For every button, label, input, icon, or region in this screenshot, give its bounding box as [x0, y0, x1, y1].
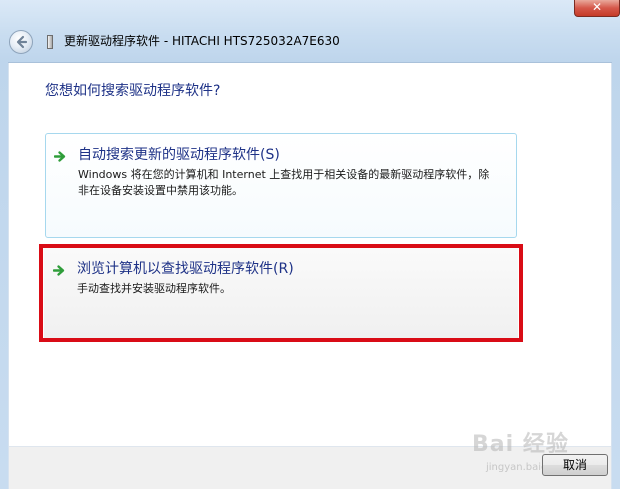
cancel-button[interactable]: 取消 — [542, 454, 608, 476]
option-browse-computer-title: 浏览计算机以查找驱动程序软件(R) — [77, 261, 294, 277]
option-browse-computer-description: 手动查找并安装驱动程序软件。 — [77, 282, 231, 295]
option-browse-computer[interactable]: 浏览计算机以查找驱动程序软件(R) 手动查找并安装驱动程序软件。 — [44, 248, 518, 338]
update-driver-window: ✕ 更新驱动程序软件 - HITACHI HTS725032A7E630 您想如… — [0, 0, 620, 489]
device-icon — [47, 35, 53, 49]
window-title: 更新驱动程序软件 - HITACHI HTS725032A7E630 — [64, 34, 340, 48]
back-button[interactable] — [9, 30, 33, 54]
window-frame-left — [0, 62, 8, 489]
close-button[interactable]: ✕ — [574, 0, 620, 17]
green-arrow-icon — [54, 151, 66, 162]
window-frame-right — [612, 62, 620, 489]
back-arrow-icon — [16, 35, 28, 49]
title-bar: ✕ 更新驱动程序软件 - HITACHI HTS725032A7E630 — [0, 0, 620, 63]
option-auto-search-title: 自动搜索更新的驱动程序软件(S) — [78, 147, 280, 163]
option-auto-search-description: Windows 将在您的计算机和 Internet 上查找用于相关设备的最新驱动… — [78, 168, 490, 197]
green-arrow-icon — [53, 265, 65, 276]
close-icon: ✕ — [591, 0, 603, 14]
option-auto-search[interactable]: 自动搜索更新的驱动程序软件(S) Windows 将在您的计算机和 Intern… — [45, 133, 517, 238]
footer-bar — [9, 447, 611, 489]
page-heading: 您想如何搜索驱动程序软件? — [45, 83, 221, 99]
